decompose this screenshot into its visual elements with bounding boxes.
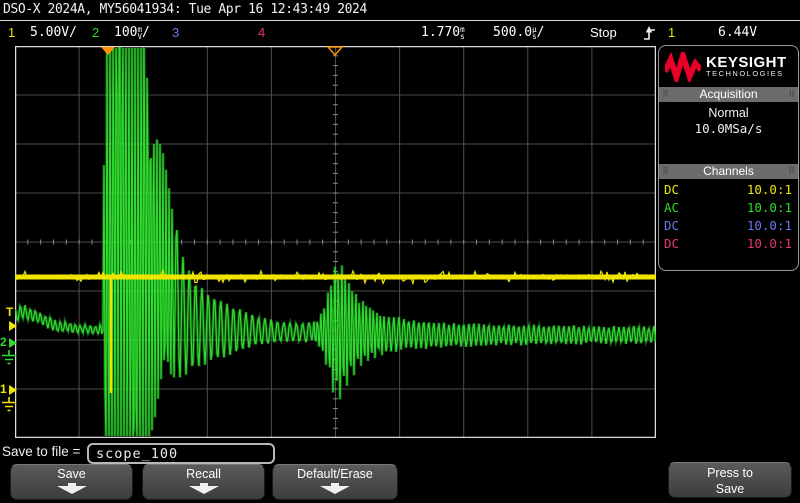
waveform-svg bbox=[15, 46, 656, 438]
press-to-save-button[interactable]: Press to Save bbox=[668, 462, 792, 498]
save-to-file-label: Save to file = bbox=[2, 444, 80, 459]
brand-subname: TECHNOLOGIES bbox=[706, 70, 787, 78]
acquisition-header[interactable]: ⠿ Acquisition ⠿ bbox=[659, 87, 798, 102]
keysight-logo-icon bbox=[665, 52, 701, 82]
trigger-level-marker bbox=[9, 321, 17, 331]
ch2-ground-marker bbox=[9, 338, 17, 348]
oscilloscope-screen: DSO-X 2024A, MY56041934: Tue Apr 16 12:4… bbox=[0, 0, 800, 503]
ch4-number[interactable]: 4 bbox=[258, 25, 265, 40]
brand-name: KEYSIGHT bbox=[706, 56, 787, 70]
side-panel: KEYSIGHT TECHNOLOGIES ⠿ Acquisition ⠿ No… bbox=[658, 45, 799, 271]
grip-icon: ⠿ bbox=[788, 165, 795, 178]
channels-header[interactable]: ⠿ Channels ⠿ bbox=[659, 164, 798, 179]
channel-info-row: DC10.0:1 bbox=[659, 235, 798, 253]
down-arrow-icon bbox=[189, 483, 219, 494]
channel-info-row: DC10.0:1 bbox=[659, 217, 798, 235]
filename-value: scope_100 bbox=[96, 446, 178, 462]
instrument-title: DSO-X 2024A, MY56041934: Tue Apr 16 12:4… bbox=[3, 2, 367, 17]
trigger-level: 6.44V bbox=[718, 25, 757, 40]
ch1-ground-marker bbox=[9, 385, 17, 395]
ch1-scale: 5.00V/ bbox=[30, 25, 77, 40]
timebase: 500.0µs/ bbox=[493, 25, 544, 40]
down-arrow-icon bbox=[320, 483, 350, 494]
status-bar: 1 5.00V/ 2 100mV/ 3 4 1.770ms 500.0µs/ S… bbox=[0, 21, 800, 44]
channel-info-row: AC10.0:1 bbox=[659, 199, 798, 217]
down-arrow-icon bbox=[57, 483, 87, 494]
sample-rate: 10.0MSa/s bbox=[659, 121, 798, 137]
ch3-number[interactable]: 3 bbox=[172, 25, 179, 40]
ch2-ground-label: 2 bbox=[0, 336, 7, 348]
acquisition-mode: Normal bbox=[659, 105, 798, 121]
title-bar: DSO-X 2024A, MY56041934: Tue Apr 16 12:4… bbox=[0, 0, 800, 20]
ch2-ground-icon bbox=[1, 350, 17, 370]
softkey-default-erase[interactable]: Default/Erase bbox=[272, 464, 398, 500]
trigger-edge-icon bbox=[643, 26, 656, 44]
keysight-logo: KEYSIGHT TECHNOLOGIES bbox=[659, 46, 798, 87]
softkey-save[interactable]: Save bbox=[10, 464, 133, 500]
ch1-ground-icon bbox=[1, 397, 17, 417]
ch2-number[interactable]: 2 bbox=[92, 25, 99, 40]
ch1-ground-label: 1 bbox=[0, 383, 7, 395]
ch1-number[interactable]: 1 bbox=[8, 25, 15, 40]
channel-info-row: DC10.0:1 bbox=[659, 181, 798, 199]
run-state: Stop bbox=[590, 25, 617, 40]
softkey-recall[interactable]: Recall bbox=[142, 464, 265, 500]
trigger-level-label: T bbox=[6, 306, 13, 318]
grip-icon: ⠿ bbox=[662, 88, 669, 101]
time-position: 1.770ms bbox=[421, 25, 465, 40]
waveform-display bbox=[15, 46, 656, 438]
grip-icon: ⠿ bbox=[662, 165, 669, 178]
grip-icon: ⠿ bbox=[788, 88, 795, 101]
ch2-scale: 100mV/ bbox=[114, 25, 150, 40]
filename-input[interactable]: scope_100 bbox=[87, 443, 275, 464]
trigger-source: 1 bbox=[668, 25, 675, 40]
